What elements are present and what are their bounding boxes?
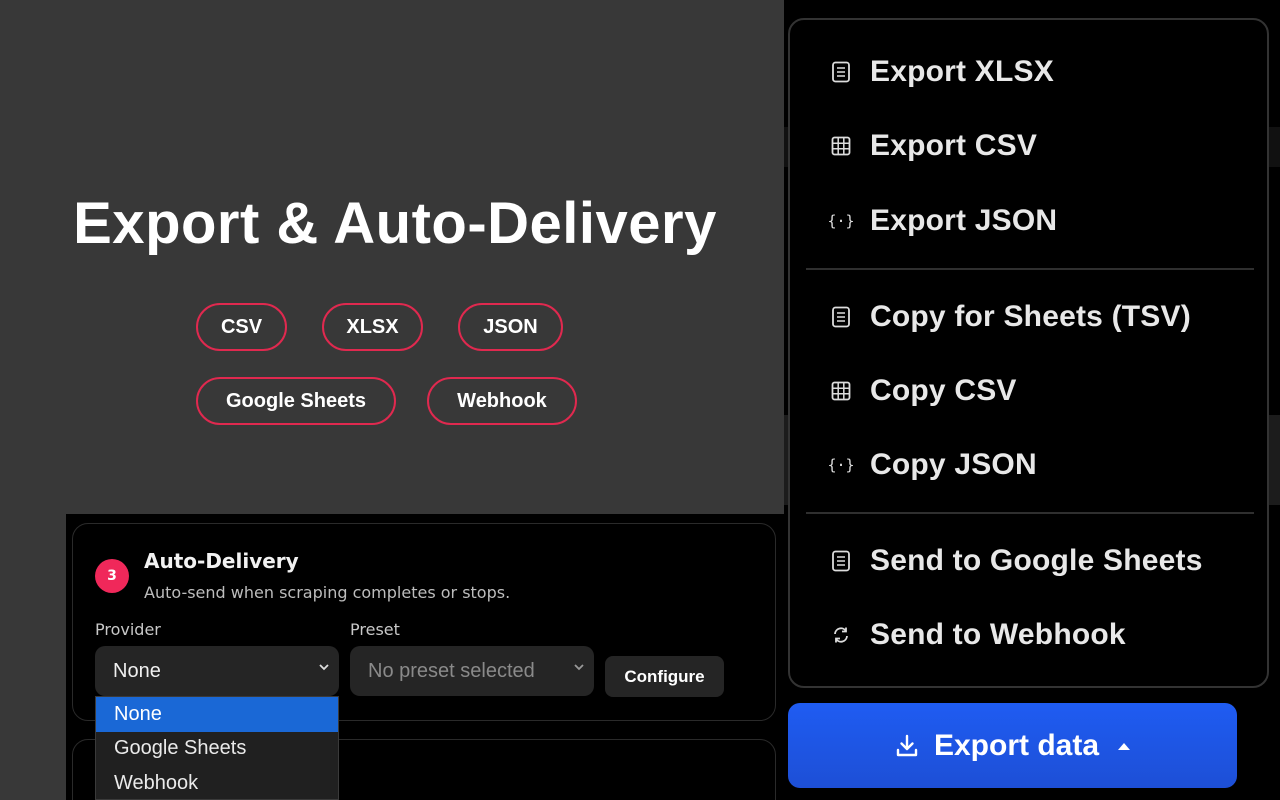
configure-button[interactable]: Configure <box>605 656 724 697</box>
provider-select[interactable]: None <box>95 646 339 696</box>
menu-item-label: Copy JSON <box>870 448 1037 481</box>
grid-icon <box>830 380 852 402</box>
download-icon <box>896 734 918 756</box>
provider-select-value: None <box>113 659 161 682</box>
menu-item-label: Send to Webhook <box>870 618 1126 651</box>
auto-delivery-subtitle: Auto-send when scraping completes or sto… <box>144 583 511 602</box>
menu-item-export-csv[interactable]: Export CSV <box>830 126 1037 166</box>
menu-item-export-json[interactable]: {·} Export JSON <box>827 201 1058 241</box>
sync-icon <box>830 624 852 646</box>
provider-option-none[interactable]: None <box>96 697 338 732</box>
export-menu: Export XLSX Export CSV {·} Export JSON C… <box>788 18 1269 688</box>
preset-select[interactable]: No preset selected <box>350 646 594 696</box>
menu-item-copy-json[interactable]: {·} Copy JSON <box>827 445 1037 485</box>
provider-option-webhook[interactable]: Webhook <box>96 766 338 800</box>
menu-item-export-xlsx[interactable]: Export XLSX <box>830 52 1054 92</box>
step-badge: 3 <box>95 559 129 593</box>
braces-icon: {·} <box>827 212 855 230</box>
format-chip-google-sheets: Google Sheets <box>196 377 396 425</box>
menu-item-label: Export CSV <box>870 129 1038 162</box>
provider-dropdown: None Google Sheets Webhook <box>95 696 339 800</box>
auto-delivery-title: Auto-Delivery <box>144 549 299 573</box>
document-icon <box>830 306 852 328</box>
menu-item-send-google-sheets[interactable]: Send to Google Sheets <box>830 541 1203 581</box>
menu-item-label: Export XLSX <box>870 55 1054 88</box>
format-chip-csv: CSV <box>196 303 287 351</box>
menu-item-copy-tsv[interactable]: Copy for Sheets (TSV) <box>830 297 1191 337</box>
format-chip-xlsx: XLSX <box>322 303 423 351</box>
menu-item-copy-csv[interactable]: Copy CSV <box>830 371 1017 411</box>
menu-divider <box>806 268 1254 270</box>
document-icon <box>830 61 852 83</box>
provider-option-google-sheets[interactable]: Google Sheets <box>96 732 338 767</box>
menu-item-send-webhook[interactable]: Send to Webhook <box>830 615 1126 655</box>
caret-up-icon <box>1118 742 1131 750</box>
chevron-down-icon <box>574 664 584 671</box>
menu-divider <box>806 512 1254 514</box>
preset-select-placeholder: No preset selected <box>368 659 535 682</box>
menu-item-label: Send to Google Sheets <box>870 544 1203 577</box>
document-icon <box>830 550 852 572</box>
hero-title: Export & Auto-Delivery <box>73 191 717 256</box>
braces-icon: {·} <box>827 456 855 474</box>
export-data-label: Export data <box>933 728 1100 762</box>
chevron-down-icon <box>319 664 329 671</box>
export-data-button[interactable]: Export data <box>788 703 1237 788</box>
menu-item-label: Copy for Sheets (TSV) <box>870 300 1191 333</box>
grid-icon <box>830 135 852 157</box>
menu-item-label: Export JSON <box>870 204 1058 237</box>
menu-item-label: Copy CSV <box>870 374 1017 407</box>
app-root: Export & Auto-Delivery CSV XLSX JSON Goo… <box>0 0 1280 800</box>
preset-label: Preset <box>350 620 400 639</box>
format-chip-webhook: Webhook <box>427 377 577 425</box>
format-chip-json: JSON <box>458 303 563 351</box>
provider-label: Provider <box>95 620 161 639</box>
